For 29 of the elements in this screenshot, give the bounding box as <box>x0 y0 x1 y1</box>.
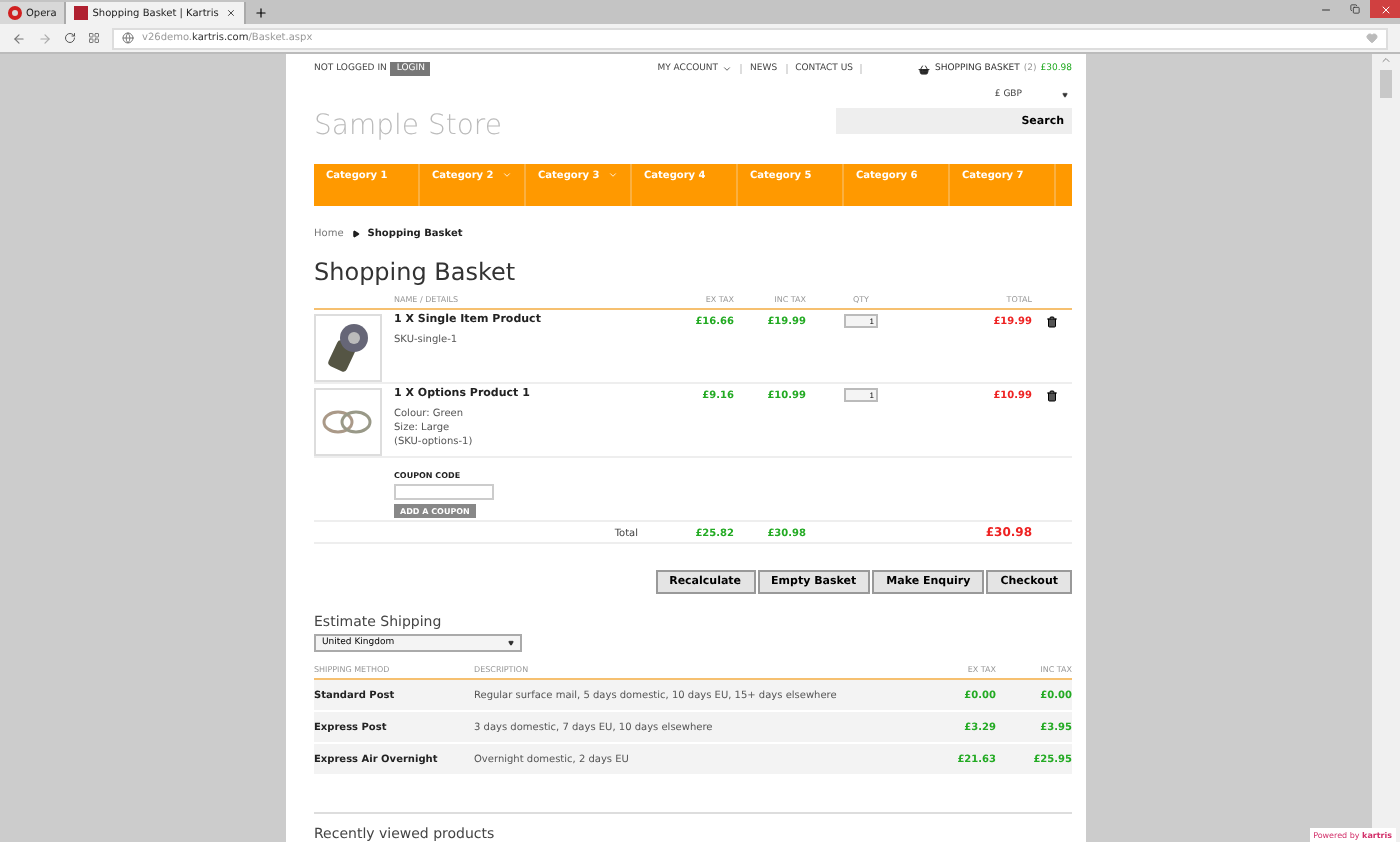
globe-icon <box>122 32 134 44</box>
back-icon[interactable] <box>12 31 26 45</box>
heart-icon[interactable] <box>1366 32 1378 44</box>
product-thumbnail[interactable] <box>314 387 382 456</box>
page-heading: Shopping Basket <box>314 257 518 286</box>
forward-icon[interactable] <box>38 31 52 45</box>
dropdown-arrow-icon <box>1062 92 1068 99</box>
close-icon <box>1379 3 1391 15</box>
caret-icon <box>502 170 512 181</box>
new-tab-icon[interactable] <box>254 6 269 20</box>
delete-icon[interactable] <box>1046 315 1058 328</box>
favicon-icon <box>74 6 89 20</box>
dropdown-arrow-icon <box>508 640 514 647</box>
rings-drawing <box>320 407 376 436</box>
product-thumbnail[interactable] <box>314 313 382 382</box>
reload-icon[interactable] <box>64 32 76 44</box>
scroll-thumb[interactable] <box>1380 70 1392 98</box>
grid-icon[interactable] <box>88 32 100 44</box>
close-icon[interactable] <box>226 8 237 18</box>
close-button[interactable] <box>1370 0 1400 18</box>
browser-logo-icon <box>8 6 22 20</box>
basket-icon <box>918 63 931 76</box>
minimize-icon <box>1319 3 1331 15</box>
delete-icon[interactable] <box>1046 389 1058 402</box>
coupon-field[interactable] <box>394 483 494 500</box>
caret-icon <box>722 64 733 75</box>
caret-icon <box>608 170 618 181</box>
breadcrumb-arrow-icon <box>351 229 360 238</box>
restore-icon <box>1350 4 1360 14</box>
